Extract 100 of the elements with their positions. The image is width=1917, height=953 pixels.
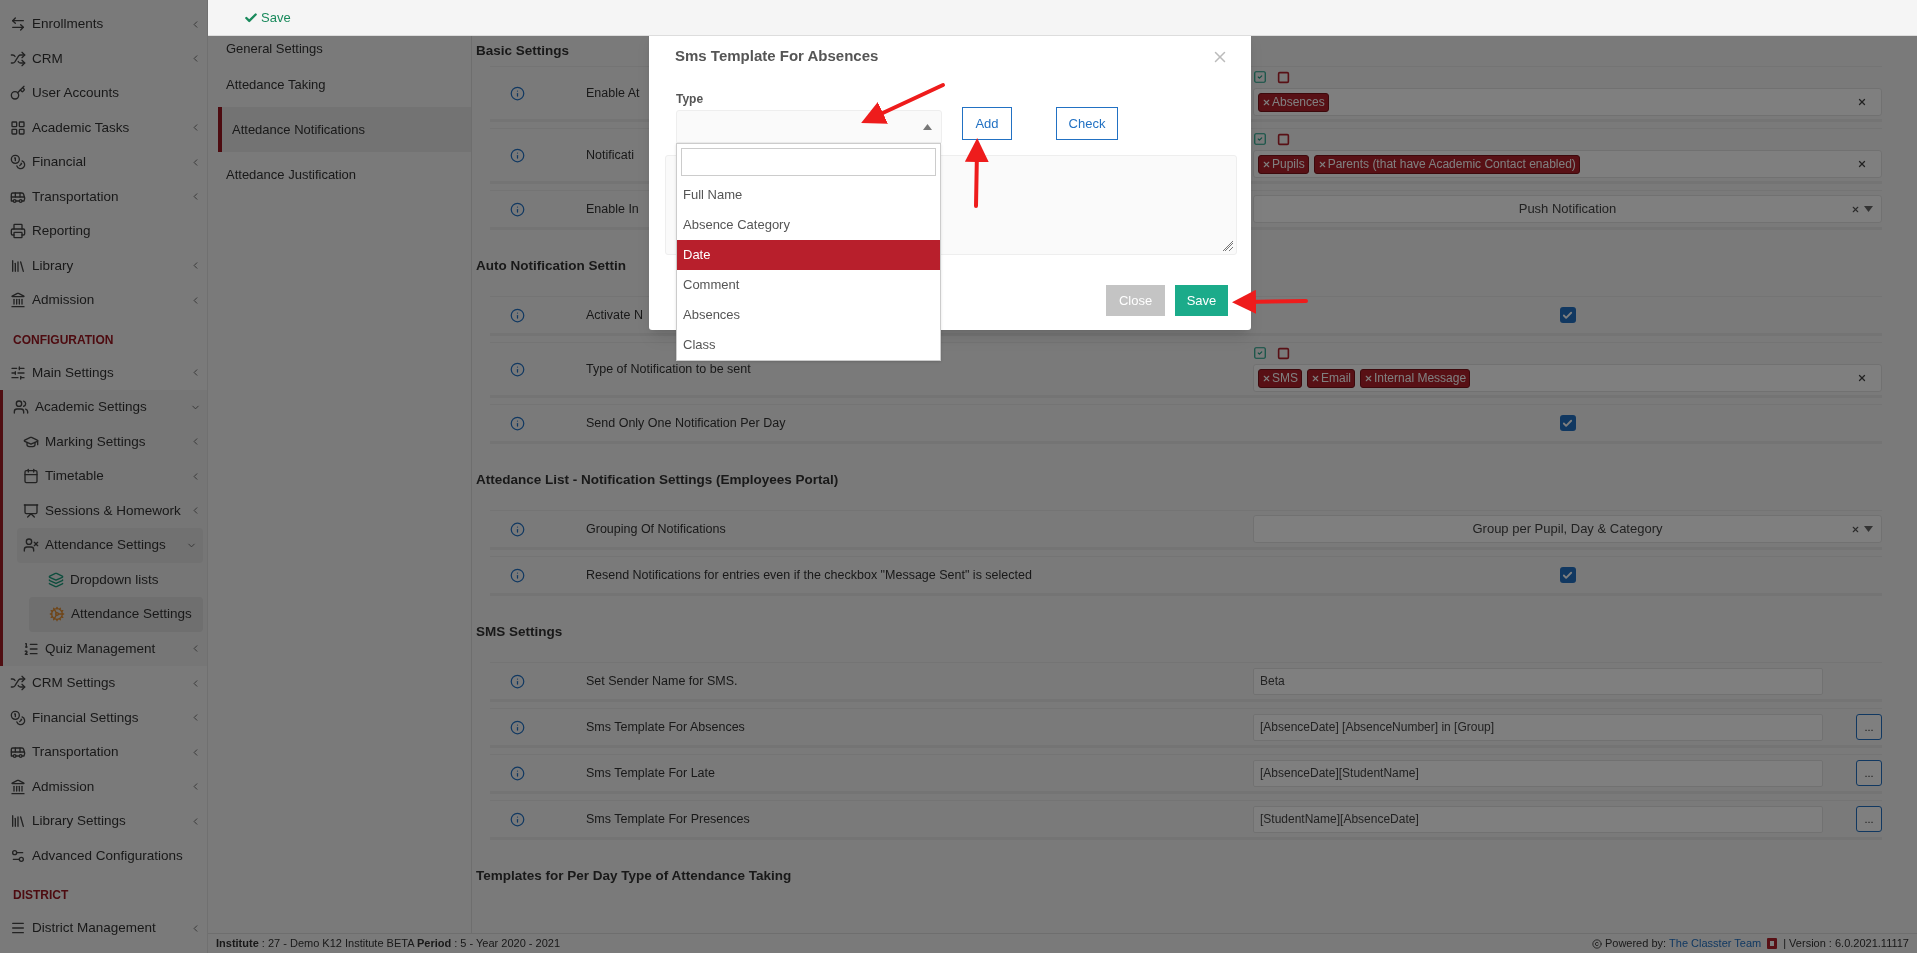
input-field[interactable]: Beta	[1253, 667, 1823, 695]
info-icon[interactable]	[510, 361, 525, 377]
save-button[interactable]: Save	[1175, 285, 1228, 316]
tag-field[interactable]: Absences	[1253, 88, 1882, 116]
sidebar-item[interactable]: Financial Settings	[0, 700, 207, 735]
sidebar-item[interactable]: User Accounts	[0, 76, 207, 111]
input-field[interactable]: [StudentName][AbsenceDate]	[1253, 805, 1823, 833]
tag[interactable]: Internal Message	[1360, 368, 1471, 388]
dropdown-option[interactable]: Class	[677, 330, 940, 360]
remove-icon[interactable]	[1262, 97, 1271, 107]
info-icon[interactable]	[510, 765, 525, 781]
select-all-icon[interactable]	[1253, 346, 1267, 360]
dropdown-option[interactable]: Absences	[677, 300, 940, 330]
settings-tab[interactable]: Attedance Notifications	[218, 107, 471, 152]
checkbox[interactable]	[1559, 567, 1576, 583]
sidebar-item[interactable]: Library Settings	[0, 804, 207, 839]
remove-icon[interactable]	[1364, 373, 1374, 383]
clear-icon[interactable]	[1857, 97, 1867, 107]
sidebar-item[interactable]: Attendance Settings	[17, 528, 203, 563]
deselect-all-icon[interactable]	[1277, 346, 1290, 360]
people-icon	[13, 399, 29, 416]
sidebar-item[interactable]: Dropdown lists	[3, 562, 207, 597]
sidebar-item[interactable]: Quiz Management	[3, 631, 207, 666]
info-icon[interactable]	[510, 147, 525, 163]
select-all-icon[interactable]	[1253, 70, 1267, 84]
info-icon[interactable]	[510, 811, 525, 827]
check-button[interactable]: Check	[1056, 107, 1118, 140]
info-icon[interactable]	[510, 673, 525, 689]
remove-icon[interactable]	[1262, 373, 1271, 383]
sidebar-item[interactable]: CRM	[0, 41, 207, 76]
settings-tab[interactable]: Attedance Justification	[208, 152, 471, 197]
sidebar-item[interactable]: Advanced Configurations	[0, 838, 207, 873]
info-icon[interactable]	[510, 307, 525, 323]
sidebar-item[interactable]: Admission	[0, 283, 207, 318]
info-icon[interactable]	[510, 201, 525, 217]
info-icon[interactable]	[510, 85, 525, 101]
settings-tab[interactable]: General Settings	[208, 36, 471, 62]
more-button[interactable]: ...	[1856, 806, 1882, 832]
info-icon[interactable]	[510, 567, 525, 583]
info-icon[interactable]	[510, 719, 525, 735]
add-button[interactable]: Add	[962, 107, 1012, 140]
dropdown-option[interactable]: Absence Category	[677, 210, 940, 240]
sidebar-item[interactable]: Marking Settings	[3, 424, 207, 459]
sidebar-item[interactable]: Transportation	[0, 179, 207, 214]
remove-icon[interactable]	[1317, 159, 1327, 169]
clear-icon[interactable]	[1857, 159, 1867, 169]
sidebar-item[interactable]: Admission	[0, 769, 207, 804]
save-button[interactable]: Save	[244, 7, 291, 28]
setting-label: Set Sender Name for SMS.	[586, 672, 738, 690]
remove-icon[interactable]	[1262, 159, 1271, 169]
select-all-icon[interactable]	[1253, 132, 1267, 146]
layers-icon	[48, 571, 64, 588]
sidebar-item[interactable]: Reporting	[0, 214, 207, 249]
tag-field[interactable]: Pupils Parents (that have Academic Contact enabled)	[1253, 150, 1882, 178]
dropdown-option[interactable]: Comment	[677, 270, 940, 300]
dropdown-option[interactable]: Full Name	[677, 180, 940, 210]
checkbox[interactable]	[1559, 307, 1576, 323]
sidebar-item[interactable]: Academic Tasks	[0, 110, 207, 145]
tag[interactable]: Email	[1307, 368, 1356, 388]
sidebar-item[interactable]: Attendance Settings	[29, 597, 203, 632]
tag[interactable]: SMS	[1258, 368, 1302, 388]
grid-icon	[10, 119, 26, 136]
sidebar-item[interactable]: Transportation	[0, 735, 207, 770]
input-field[interactable]: [AbsenceDate][StudentName]	[1253, 759, 1823, 787]
sidebar-item[interactable]: Academic Settings	[3, 390, 207, 425]
sidebar-item[interactable]: Library	[0, 248, 207, 283]
deselect-all-icon[interactable]	[1277, 132, 1290, 146]
tag[interactable]: Pupils	[1258, 154, 1309, 174]
type-select[interactable]	[676, 110, 942, 143]
sidebar-item[interactable]: Main Settings	[0, 355, 207, 390]
section-title: Basic Settings	[476, 41, 570, 60]
clear-icon[interactable]	[1851, 204, 1860, 214]
tag-field[interactable]: SMS Email Internal Message	[1253, 364, 1882, 392]
sidebar-item[interactable]: Enrollments	[0, 7, 207, 42]
more-button[interactable]: ...	[1856, 760, 1882, 786]
sliders-icon	[10, 364, 26, 381]
select-field[interactable]: Push Notification	[1253, 195, 1882, 223]
checkbox[interactable]	[1559, 415, 1576, 431]
search-field[interactable]	[681, 148, 936, 176]
tag[interactable]: Absences	[1258, 92, 1329, 112]
settings-tab[interactable]: Attedance Taking	[208, 62, 471, 107]
sidebar-item[interactable]: Financial	[0, 145, 207, 180]
select-field[interactable]: Group per Pupil, Day & Category	[1253, 515, 1882, 543]
team-link[interactable]: The Classter Team	[1669, 935, 1762, 952]
clear-icon[interactable]	[1851, 524, 1860, 534]
setting-label: Enable At	[586, 84, 640, 102]
info-icon[interactable]	[510, 415, 525, 431]
tag[interactable]: Parents (that have Academic Contact enabled)	[1313, 154, 1580, 174]
sidebar-item[interactable]: Sessions & Homework	[3, 493, 207, 528]
dropdown-option[interactable]: Date	[677, 240, 940, 270]
input-field[interactable]: [AbsenceDate] [AbsenceNumber] in [Group]	[1253, 713, 1823, 741]
deselect-all-icon[interactable]	[1277, 70, 1290, 84]
remove-icon[interactable]	[1311, 373, 1320, 383]
sidebar-item[interactable]: CRM Settings	[0, 666, 207, 701]
info-icon[interactable]	[510, 521, 525, 537]
sidebar-item[interactable]: Timetable	[3, 459, 207, 494]
clear-icon[interactable]	[1857, 373, 1867, 383]
sidebar-item[interactable]: District Management	[0, 911, 207, 946]
more-button[interactable]: ...	[1856, 714, 1882, 740]
powered-by-text: Powered by:	[1604, 936, 1667, 952]
